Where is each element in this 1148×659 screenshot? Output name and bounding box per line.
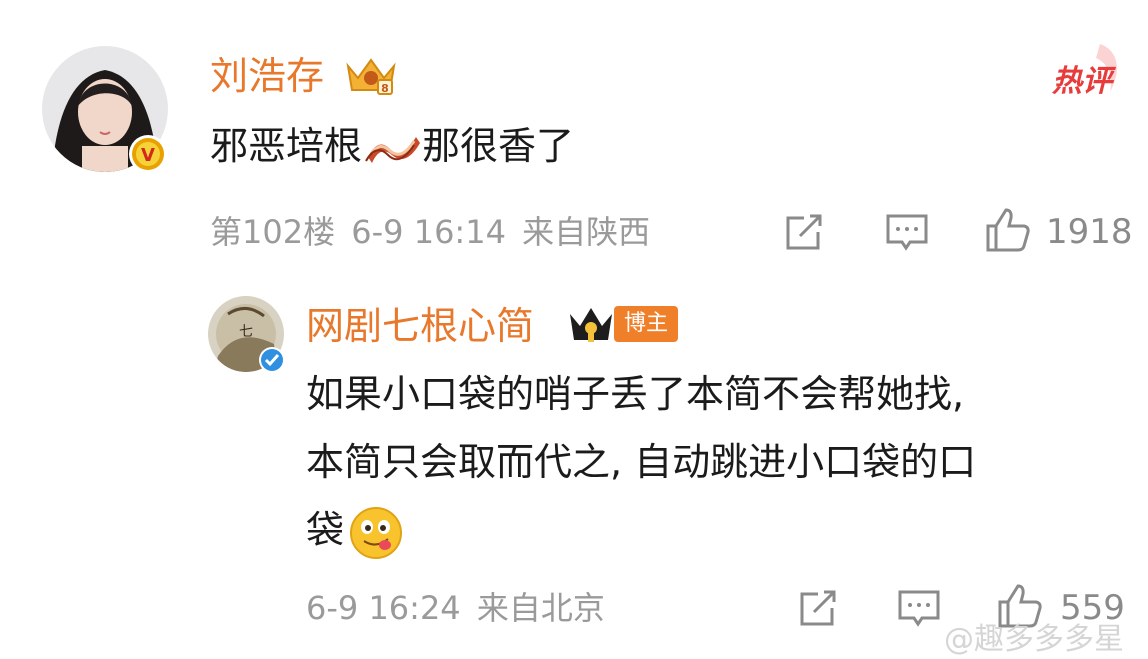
reply-time: 6-9 16:24 — [306, 589, 461, 627]
comment-like-count: 1918 — [1046, 212, 1133, 252]
hot-comment-badge: 热评 — [1048, 40, 1128, 99]
svg-text:8: 8 — [381, 82, 389, 95]
comment-text: 邪恶培根 那很香了 — [210, 118, 574, 174]
watermark: @趣多多多星 — [944, 622, 1124, 657]
bacon-emoji-icon — [362, 127, 422, 171]
comment-time: 6-9 16:14 — [351, 213, 506, 251]
comment-meta: 第102楼 6-9 16:14 来自陕西 — [210, 212, 650, 252]
reply-text: 如果小口袋的哨子丢了本简不会帮她找, 本简只会取而代之, 自动跳进小口袋的口 袋 — [306, 366, 1126, 561]
tongue-out-emoji-icon — [348, 505, 404, 561]
reply-text-line2: 本简只会取而代之, 自动跳进小口袋的口 — [306, 440, 977, 484]
reply-author[interactable]: 网剧七根心简 — [306, 304, 534, 348]
comment-text-before: 邪恶培根 — [210, 124, 363, 168]
reply-text-line3-row: 袋 — [306, 502, 1126, 561]
comment-location: 来自陕西 — [522, 213, 651, 251]
reply-location: 来自北京 — [476, 589, 605, 627]
comment-floor: 第102楼 — [210, 213, 336, 251]
reply-meta: 6-9 16:24 来自北京 — [306, 588, 605, 628]
verified-icon — [258, 346, 286, 374]
comment-author[interactable]: 刘浩存 — [210, 54, 324, 98]
share-icon[interactable] — [796, 586, 840, 630]
reply-text-line1: 如果小口袋的哨子丢了本简不会帮她找, — [306, 372, 965, 416]
comment-icon[interactable] — [884, 210, 930, 254]
crown-badge-icon: 8 — [342, 52, 400, 98]
host-badge: 博主 — [614, 306, 679, 342]
svg-text:V: V — [141, 145, 155, 166]
hot-label: 热评 — [1052, 64, 1112, 99]
comment-text-after: 那很香了 — [422, 124, 575, 168]
like-icon[interactable] — [984, 206, 1032, 254]
share-icon[interactable] — [782, 210, 826, 254]
svg-text:七: 七 — [239, 324, 253, 340]
comment-icon[interactable] — [896, 586, 942, 630]
crown-badge-icon — [566, 302, 616, 346]
reply-text-line3: 袋 — [306, 508, 345, 552]
verified-icon: V — [128, 134, 168, 174]
